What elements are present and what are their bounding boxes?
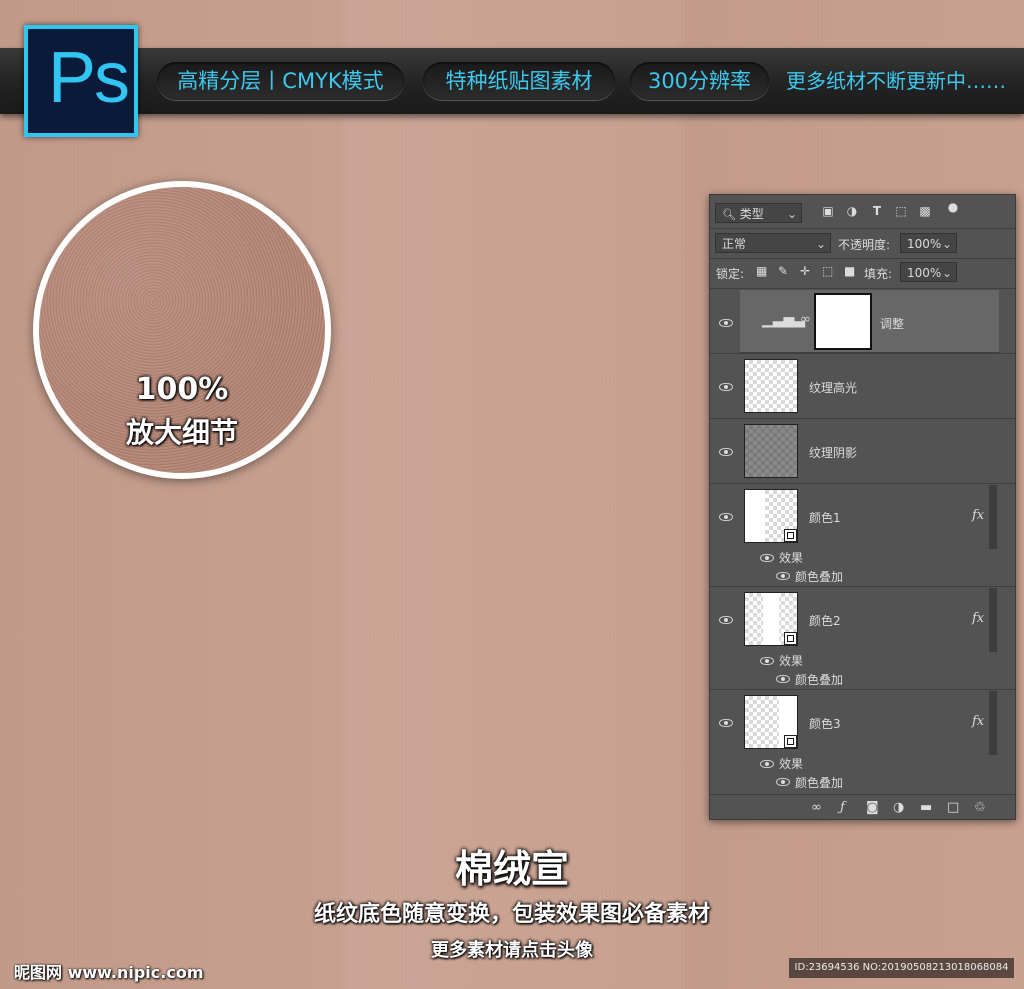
lock-position-icon[interactable]: ✛ xyxy=(800,264,810,278)
layers-panel-toolbar: ∞ ƒ ◙ ◑ ▬ □ ♲ xyxy=(710,797,1015,819)
chevron-down-icon: ⌄ xyxy=(786,207,797,221)
feature-pill-resolution: 300分辨率 xyxy=(630,62,769,100)
fx-icon[interactable]: fx xyxy=(972,508,984,523)
delete-layer-icon[interactable]: ♲ xyxy=(974,800,986,815)
lock-all-icon[interactable]: ■ xyxy=(844,264,855,278)
filter-toggle-icon[interactable]: ● xyxy=(946,201,960,213)
magnifier-percent: 100% xyxy=(135,372,229,407)
divider xyxy=(710,418,1015,419)
layer-name: 调整 xyxy=(880,317,905,331)
visibility-eye-icon[interactable] xyxy=(719,383,733,391)
visibility-eye-icon[interactable] xyxy=(719,616,733,624)
vector-mask-icon xyxy=(784,735,797,748)
effects-label: 效果 xyxy=(779,757,804,771)
fill-input[interactable]: 100% ⌄ xyxy=(900,262,957,282)
effect-name[interactable]: 颜色叠加 xyxy=(795,774,843,791)
site-watermark: 昵图网 www.nipic.com xyxy=(14,963,204,982)
lock-label: 锁定: xyxy=(716,267,745,281)
divider xyxy=(710,258,1015,259)
link-icon[interactable]: ∞ xyxy=(800,312,811,327)
scroll-track xyxy=(989,485,997,549)
effects-label: 效果 xyxy=(779,551,804,565)
lock-transparency-icon[interactable]: ▦ xyxy=(756,264,767,278)
blend-mode-dropdown[interactable]: 正常 ⌄ xyxy=(715,233,831,253)
layer-mask-thumbnail[interactable] xyxy=(814,293,872,350)
detail-magnifier: 100% 放大细节 xyxy=(33,181,331,479)
new-adjustment-icon[interactable]: ◑ xyxy=(893,800,904,815)
fx-icon[interactable]: fx xyxy=(972,714,984,729)
photoshop-logo-icon: Ps xyxy=(24,25,138,137)
layer-thumbnail[interactable] xyxy=(744,592,798,646)
visibility-eye-icon[interactable] xyxy=(719,513,733,521)
feature-pill-paper: 特种纸贴图素材 xyxy=(423,62,615,100)
layer-name[interactable]: 颜色2 xyxy=(809,612,841,629)
effect-name[interactable]: 颜色叠加 xyxy=(795,568,843,585)
add-mask-icon[interactable]: ◙ xyxy=(866,800,879,815)
link-layers-icon[interactable]: ∞ xyxy=(811,800,822,815)
lock-artboard-icon[interactable]: ⬚ xyxy=(822,264,833,278)
scroll-track xyxy=(989,691,997,755)
lock-image-icon[interactable]: ✎ xyxy=(778,264,788,278)
layer-name[interactable]: 颜色1 xyxy=(809,509,841,526)
layer-name[interactable]: 颜色3 xyxy=(809,715,841,732)
divider xyxy=(710,288,1015,289)
visibility-eye-icon[interactable] xyxy=(776,572,790,580)
fill-label: 填充: xyxy=(864,267,893,281)
opacity-input[interactable]: 100% ⌄ xyxy=(900,233,957,253)
visibility-eye-icon[interactable] xyxy=(776,778,790,786)
effect-name[interactable]: 颜色叠加 xyxy=(795,671,843,688)
visibility-eye-icon[interactable] xyxy=(760,760,774,768)
visibility-eye-icon[interactable] xyxy=(719,719,733,727)
product-title: 棉绒宣 xyxy=(454,847,569,891)
vector-mask-icon xyxy=(784,632,797,645)
fx-icon[interactable]: fx xyxy=(972,611,984,626)
add-style-icon[interactable]: ƒ xyxy=(840,800,845,815)
divider xyxy=(710,483,1015,484)
divider xyxy=(710,794,1015,795)
levels-adjustment-icon: ▁▃▅▃ xyxy=(762,312,806,328)
magnifier-caption: 放大细节 xyxy=(125,416,238,449)
visibility-eye-icon[interactable] xyxy=(760,657,774,665)
divider xyxy=(710,586,1015,587)
opacity-label: 不透明度: xyxy=(838,238,891,252)
adjustment-filter-icon[interactable]: ◑ xyxy=(845,205,859,217)
layer-thumbnail[interactable] xyxy=(744,695,798,749)
search-icon: 🔍︎ xyxy=(722,208,736,221)
shape-filter-icon[interactable]: ⬚ xyxy=(894,205,908,217)
divider xyxy=(710,228,1015,229)
smart-object-filter-icon[interactable]: ▩ xyxy=(918,205,932,217)
layer-thumbnail[interactable] xyxy=(744,489,798,543)
chevron-down-icon: ⌄ xyxy=(941,266,952,280)
divider xyxy=(710,353,1015,354)
new-layer-icon[interactable]: □ xyxy=(947,800,959,815)
visibility-eye-icon[interactable] xyxy=(719,319,733,327)
chevron-down-icon: ⌄ xyxy=(941,237,952,251)
product-subtitle: 纸纹底色随意变换，包装效果图必备素材 xyxy=(313,902,710,927)
layer-name[interactable]: 纹理高光 xyxy=(809,379,857,396)
visibility-eye-icon[interactable] xyxy=(719,448,733,456)
layer-thumbnail[interactable] xyxy=(744,359,798,413)
scroll-track xyxy=(989,588,997,652)
chevron-down-icon: ⌄ xyxy=(815,237,826,251)
banner-note: 更多纸材不断更新中…… xyxy=(786,69,1006,93)
new-group-icon[interactable]: ▬ xyxy=(920,800,932,815)
divider xyxy=(710,689,1015,690)
visibility-eye-icon[interactable] xyxy=(776,675,790,683)
vector-mask-icon xyxy=(784,529,797,542)
effects-label: 效果 xyxy=(779,654,804,668)
feature-pill-layers: 高精分层丨CMYK模式 xyxy=(157,62,404,100)
pixel-filter-icon[interactable]: ▣ xyxy=(821,205,835,217)
type-filter-icon[interactable]: T xyxy=(870,205,884,217)
layer-name[interactable]: 纹理阴影 xyxy=(809,444,857,461)
layer-filter-dropdown[interactable]: 🔍︎ 类型 ⌄ xyxy=(715,203,802,223)
visibility-eye-icon[interactable] xyxy=(760,554,774,562)
image-id-strip: ID:23694536 NO:20190508213018068084 xyxy=(789,958,1014,978)
layer-thumbnail[interactable] xyxy=(744,424,798,478)
layers-panel: 🔍︎ 类型 ⌄ ▣ ◑ T ⬚ ▩ ● 正常 ⌄ 不透明度: 100% ⌄ 锁定… xyxy=(709,194,1016,820)
